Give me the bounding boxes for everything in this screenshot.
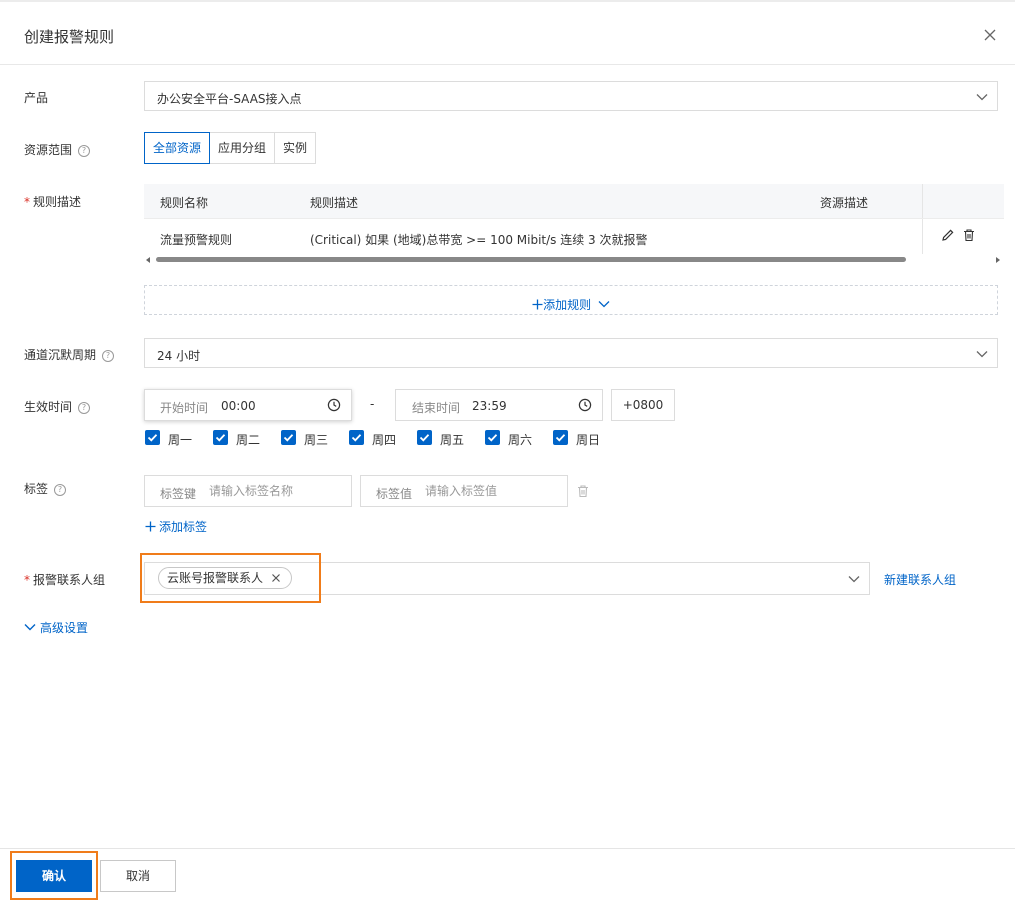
weekday-label: 周二 (236, 433, 261, 447)
tags-label-text: 标签 (24, 482, 49, 496)
start-time-picker[interactable]: 开始时间 00:00 (144, 389, 352, 421)
checkbox-checked (485, 430, 500, 445)
weekday-label: 周一 (168, 433, 193, 447)
time-separator: - (370, 397, 375, 411)
table-row-divider (144, 218, 1004, 219)
advanced-settings-toggle[interactable]: 高级设置 (24, 619, 88, 636)
chevron-down-icon (24, 624, 36, 631)
top-border (0, 0, 1015, 2)
close-icon[interactable] (979, 24, 1001, 46)
rule-desc-cell: (Critical) 如果 (地域)总带宽 >= 100 Mibit/s 连续 … (310, 233, 648, 247)
weekday-label: 周四 (372, 433, 397, 447)
required-mark: * (24, 195, 30, 209)
checkbox-checked (281, 430, 296, 445)
timezone-field[interactable]: +0800 (611, 389, 675, 421)
dialog-title: 创建报警规则 (24, 28, 115, 46)
end-time-picker[interactable]: 结束时间 23:59 (395, 389, 603, 421)
scope-option-all[interactable]: 全部资源 (144, 132, 211, 164)
help-icon[interactable]: ? (78, 145, 91, 157)
plus-icon (532, 299, 543, 310)
scope-option-group[interactable]: 应用分组 (209, 132, 276, 164)
end-time-label: 结束时间 (412, 401, 461, 415)
silence-label-text: 通道沉默周期 (24, 348, 97, 362)
plus-icon (145, 521, 156, 532)
add-tag-button[interactable]: 添加标签 (145, 518, 207, 535)
add-tag-label: 添加标签 (159, 520, 208, 534)
scope-label: 资源范围? (24, 141, 91, 158)
checkbox-checked (553, 430, 568, 445)
checkbox-checked (213, 430, 228, 445)
tag-value-field: 标签值 (360, 475, 568, 507)
silence-period-select[interactable]: 24 小时 (144, 338, 998, 368)
start-time-value: 00:00 (221, 399, 256, 413)
checkbox-checked (349, 430, 364, 445)
tag-key-input[interactable] (209, 482, 339, 500)
title-divider (0, 64, 1015, 65)
add-rule-content: 添加规则 (145, 296, 997, 313)
product-value: 办公安全平台-SAAS接入点 (157, 92, 302, 106)
column-header-resource: 资源描述 (820, 196, 869, 210)
scope-label-text: 资源范围 (24, 143, 73, 157)
effective-time-label: 生效时间? (24, 398, 91, 415)
add-rule-label: 添加规则 (543, 298, 592, 312)
scope-option-instance[interactable]: 实例 (274, 132, 317, 164)
product-select[interactable]: 办公安全平台-SAAS接入点 (144, 81, 998, 111)
weekday-label: 周六 (508, 433, 533, 447)
chevron-down-icon (598, 301, 610, 308)
effective-label-text: 生效时间 (24, 400, 73, 414)
chevron-down-icon (848, 576, 860, 583)
help-icon[interactable]: ? (102, 350, 115, 362)
cancel-button[interactable]: 取消 (100, 860, 176, 892)
clock-icon (327, 398, 341, 412)
fixed-column-divider (922, 184, 923, 254)
weekday-label: 周三 (304, 433, 329, 447)
contacts-label: * 报警联系人组 (24, 571, 105, 588)
product-label: 产品 (24, 91, 49, 105)
new-contact-group-link[interactable]: 新建联系人组 (884, 571, 956, 588)
tag-key-label: 标签键 (160, 487, 197, 501)
edit-icon[interactable] (941, 228, 955, 242)
confirm-button[interactable]: 确认 (16, 860, 92, 892)
scroll-left-arrow[interactable] (146, 257, 150, 263)
remove-chip-icon[interactable] (270, 572, 282, 584)
help-icon[interactable]: ? (78, 402, 91, 414)
advanced-settings-label: 高级设置 (40, 621, 89, 635)
required-mark: * (24, 573, 30, 587)
tag-key-field: 标签键 (144, 475, 352, 507)
contacts-label-text: 报警联系人组 (33, 573, 106, 587)
chevron-down-icon (976, 94, 988, 101)
footer-divider (0, 848, 1015, 849)
delete-icon[interactable] (962, 228, 976, 242)
scrollbar-thumb[interactable] (156, 257, 906, 262)
tag-value-label: 标签值 (376, 487, 413, 501)
weekday-label: 周日 (576, 433, 601, 447)
column-header-desc: 规则描述 (310, 196, 359, 210)
scroll-right-arrow[interactable] (996, 257, 1000, 263)
chevron-down-icon (976, 351, 988, 358)
silence-label: 通道沉默周期? (24, 346, 115, 363)
column-header-name: 规则名称 (160, 196, 209, 210)
silence-value: 24 小时 (157, 349, 201, 363)
checkbox-checked (145, 430, 160, 445)
clock-icon (578, 398, 592, 412)
rules-label-text: 规则描述 (33, 195, 82, 209)
rule-name-cell: 流量预警规则 (160, 233, 233, 247)
delete-icon[interactable] (576, 484, 590, 498)
rules-table-header: 规则名称 规则描述 资源描述 (144, 184, 1004, 218)
tag-value-input[interactable] (425, 482, 555, 500)
add-rule-button[interactable]: 添加规则 (144, 285, 998, 315)
weekday-label: 周五 (440, 433, 465, 447)
checkbox-checked (417, 430, 432, 445)
rules-label: * 规则描述 (24, 193, 81, 210)
end-time-value: 23:59 (472, 399, 507, 413)
help-icon[interactable]: ? (54, 484, 67, 496)
tags-label: 标签? (24, 480, 67, 497)
scope-segmented: 全部资源 应用分组 实例 (144, 132, 317, 164)
start-time-label: 开始时间 (160, 401, 209, 415)
